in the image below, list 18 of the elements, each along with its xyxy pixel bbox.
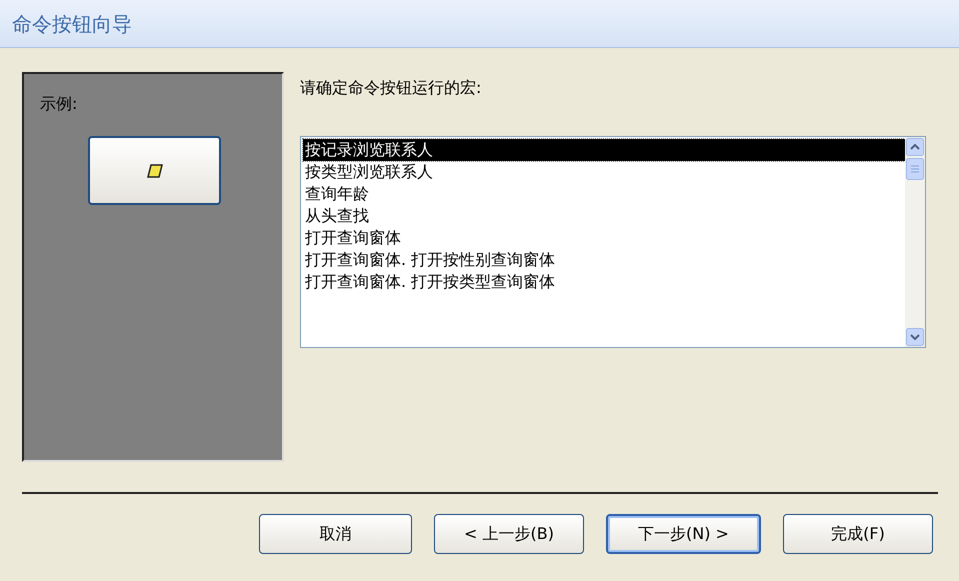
sample-label: 示例: [40, 93, 78, 115]
scroll-thumb[interactable] [906, 158, 924, 180]
list-item[interactable]: 打开查询窗体. 打开按类型查询窗体 [303, 271, 905, 293]
scroll-down-icon[interactable] [906, 328, 924, 346]
dialog-button[interactable]: 完成(F) [783, 514, 933, 554]
dialog-button[interactable]: 下一步(N) > [606, 514, 761, 554]
list-item[interactable]: 查询年龄 [303, 183, 905, 205]
list-item[interactable]: 从头查找 [303, 205, 905, 227]
dialog-button[interactable]: < 上一步(B) [434, 514, 584, 554]
dialog-button[interactable]: 取消 [259, 514, 412, 554]
list-item[interactable]: 按记录浏览联系人 [303, 139, 905, 161]
window-title: 命令按钮向导 [12, 10, 132, 38]
prompt-text: 请确定命令按钮运行的宏: [300, 77, 482, 99]
list-item[interactable]: 打开查询窗体 [303, 227, 905, 249]
scroll-up-icon[interactable] [906, 138, 924, 156]
scrollbar[interactable] [905, 137, 925, 347]
list-item[interactable]: 打开查询窗体. 打开按性别查询窗体 [303, 249, 905, 271]
list-item[interactable]: 按类型浏览联系人 [303, 161, 905, 183]
